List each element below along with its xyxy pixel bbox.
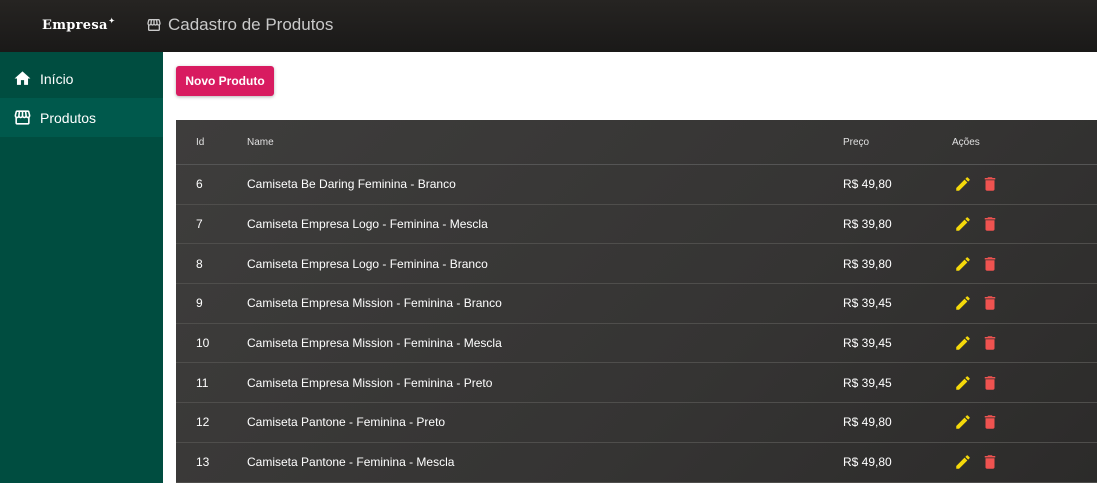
edit-button[interactable] [952,451,974,473]
delete-button[interactable] [979,213,1001,235]
cell-id: 6 [196,177,203,192]
trash-icon [984,415,996,430]
cell-actions [952,213,1097,235]
cell-name: Camiseta Pantone - Feminina - Mescla [247,455,455,470]
cell-price: R$ 49,80 [843,455,892,470]
delete-button[interactable] [979,332,1001,354]
trash-icon [984,256,996,271]
table-row: 8 Camiseta Empresa Logo - Feminina - Bra… [176,244,1097,285]
delete-button[interactable] [979,292,1001,314]
logo-text: Empresa [42,18,108,33]
main-content: Novo Produto Id Name Preço Ações 6 Camis… [163,52,1097,483]
trash-icon [984,217,996,231]
sidebar-item-label: Produtos [40,109,97,126]
trash-icon [984,336,996,350]
company-logo[interactable]: Empresa✦ [42,16,115,33]
trash-icon [984,296,996,311]
table-body: 6 Camiseta Be Daring Feminina - Branco R… [176,165,1097,483]
cell-name: Camiseta Empresa Mission - Feminina - Me… [247,336,502,351]
storefront-icon [147,19,161,31]
delete-button[interactable] [979,451,1001,473]
cell-price: R$ 39,45 [843,336,892,351]
table-row: 7 Camiseta Empresa Logo - Feminina - Mes… [176,205,1097,245]
table-row: 10 Camiseta Empresa Mission - Feminina -… [176,324,1097,364]
cell-actions [952,292,1097,314]
cell-id: 13 [196,455,210,470]
pencil-icon [956,256,970,271]
delete-button[interactable] [979,253,1001,275]
cell-name: Camiseta Empresa Mission - Feminina - Pr… [247,375,493,390]
edit-button[interactable] [952,213,974,235]
trash-icon [984,455,996,469]
sidebar-item-inicio[interactable]: Início [0,59,163,98]
storefront-icon [14,110,31,125]
trash-icon [984,376,996,390]
cell-id: 7 [196,217,203,232]
cell-actions [952,332,1097,354]
edit-button[interactable] [952,253,974,275]
cell-actions [952,451,1097,473]
table-row: 11 Camiseta Empresa Mission - Feminina -… [176,363,1097,404]
pencil-icon [956,177,970,192]
edit-button[interactable] [952,332,974,354]
cell-name: Camiseta Pantone - Feminina - Preto [247,415,446,430]
sidebar-item-produtos[interactable]: Produtos [0,98,163,137]
table-header: Id Name Preço Ações [176,120,1097,165]
home-icon [14,71,31,85]
cell-actions [952,173,1097,195]
edit-button[interactable] [952,292,974,314]
cell-id: 10 [196,336,210,351]
delete-button[interactable] [979,372,1001,394]
cell-price: R$ 49,80 [843,415,892,430]
sidebar: Início Produtos [0,52,163,483]
cell-price: R$ 39,80 [843,217,892,232]
pencil-icon [956,376,970,390]
table-row: 12 Camiseta Pantone - Feminina - Preto R… [176,403,1097,443]
logo-mark: ✦ [108,16,115,25]
cell-price: R$ 49,80 [843,177,892,192]
page-title: Cadastro de Produtos [168,15,334,34]
products-table: Id Name Preço Ações 6 Camiseta Be Daring… [176,120,1097,483]
pencil-icon [956,296,970,311]
trash-icon [984,177,996,192]
cell-actions [952,372,1097,394]
edit-button[interactable] [952,173,974,195]
cell-id: 11 [196,375,209,390]
cell-actions [952,411,1097,433]
top-app-bar: Empresa✦ Cadastro de Produtos [0,0,1097,52]
cell-price: R$ 39,45 [843,375,892,390]
cell-price: R$ 39,80 [843,256,892,271]
edit-button[interactable] [952,411,974,433]
delete-button[interactable] [979,173,1001,195]
column-header-name[interactable]: Name [247,137,843,148]
cell-name: Camiseta Empresa Mission - Feminina - Br… [247,296,502,311]
table-row: 13 Camiseta Pantone - Feminina - Mescla … [176,443,1097,483]
delete-button[interactable] [979,411,1001,433]
pencil-icon [956,455,970,469]
page-heading: Cadastro de Produtos [146,15,333,35]
cell-price: R$ 39,45 [843,296,892,311]
pencil-icon [956,336,970,350]
pencil-icon [956,217,970,231]
cell-id: 9 [196,296,203,311]
new-product-button[interactable]: Novo Produto [176,66,274,96]
sidebar-item-label: Início [40,70,74,87]
column-header-id[interactable]: Id [176,137,247,148]
column-header-actions: Ações [952,136,980,148]
table-row: 6 Camiseta Be Daring Feminina - Branco R… [176,165,1097,205]
cell-name: Camiseta Empresa Logo - Feminina - Mescl… [247,217,488,232]
edit-button[interactable] [952,372,974,394]
cell-name: Camiseta Empresa Logo - Feminina - Branc… [247,256,488,271]
column-header-price[interactable]: Preço [843,137,952,148]
table-row: 9 Camiseta Empresa Mission - Feminina - … [176,284,1097,324]
cell-name: Camiseta Be Daring Feminina - Branco [247,177,456,192]
cell-id: 12 [196,415,210,430]
pencil-icon [956,415,970,430]
cell-id: 8 [196,256,203,271]
cell-actions [952,253,1097,275]
